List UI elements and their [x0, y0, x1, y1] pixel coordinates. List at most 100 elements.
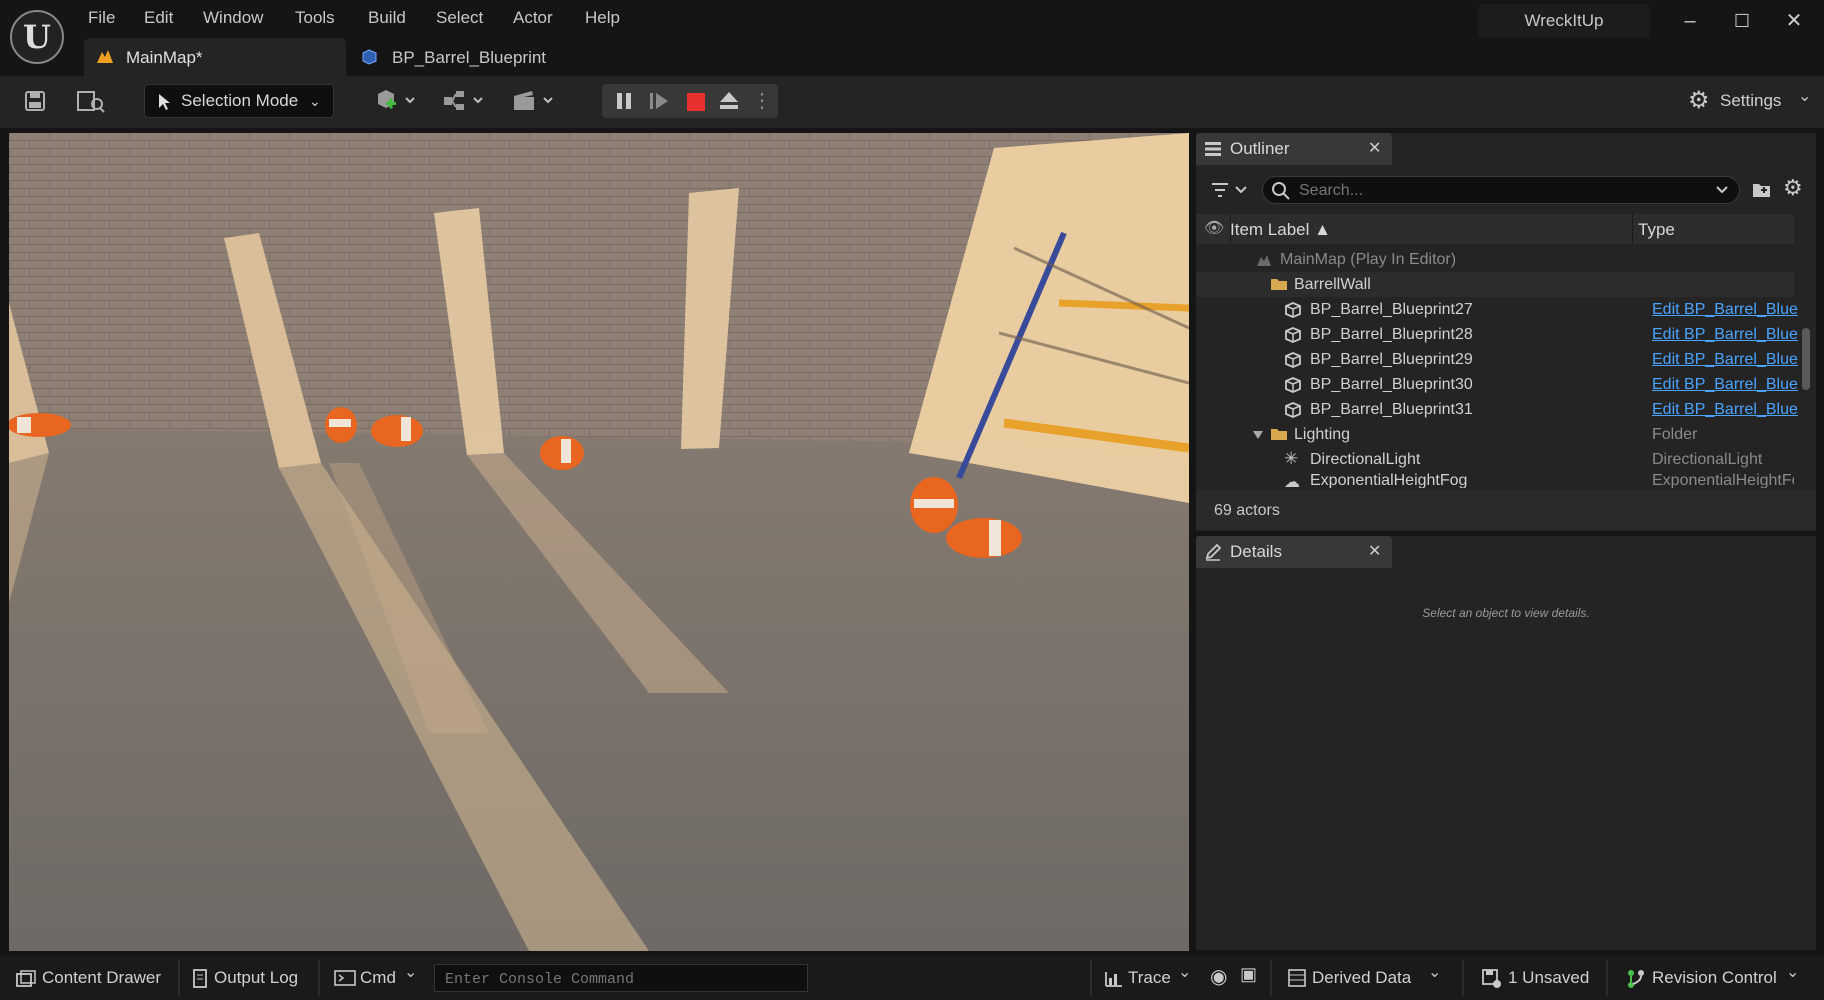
cinematics-icon[interactable]: [512, 88, 560, 114]
visibility-eye-icon[interactable]: 👁: [1204, 218, 1224, 238]
tab-blueprint[interactable]: BP_Barrel_Blueprint: [356, 38, 616, 76]
trace-label: Trace: [1128, 968, 1171, 987]
content-drawer-label: Content Drawer: [42, 968, 162, 987]
menu-actor[interactable]: Actor: [513, 8, 553, 28]
filter-icon[interactable]: [1210, 180, 1250, 200]
output-log-button[interactable]: Output Log: [190, 964, 310, 992]
tab-outliner[interactable]: Outliner ✕: [1196, 133, 1392, 165]
chevron-down-icon: ⌄: [1428, 964, 1442, 981]
edit-blueprint-link[interactable]: Edit BP_Barrel_Blue: [1652, 326, 1798, 344]
row-type: ExponentialHeightFog: [1652, 472, 1794, 488]
trace-dropdown[interactable]: Trace ⌄: [1104, 964, 1192, 992]
search-icon: [1272, 182, 1290, 200]
selection-mode-label: Selection Mode: [181, 91, 299, 110]
outliner-search[interactable]: [1262, 176, 1740, 204]
actor-cube-icon: [1285, 352, 1301, 368]
cursor-icon: [159, 94, 170, 110]
edit-blueprint-link[interactable]: Edit BP_Barrel_Blue: [1652, 401, 1798, 419]
table-row[interactable]: BP_Barrel_Blueprint31 Edit BP_Barrel_Blu…: [1196, 397, 1798, 422]
minimize-button[interactable]: –: [1670, 6, 1710, 36]
step-forward-icon[interactable]: [648, 91, 670, 111]
edit-blueprint-link[interactable]: Edit BP_Barrel_Blue: [1652, 301, 1798, 319]
maximize-button[interactable]: ☐: [1722, 6, 1762, 36]
unsaved-label: 1 Unsaved: [1508, 968, 1590, 987]
blueprint-icon: [362, 49, 377, 65]
row-type: Folder: [1652, 426, 1698, 443]
divider: [1462, 960, 1464, 996]
console-input[interactable]: [443, 967, 787, 991]
unsaved-button[interactable]: 1 Unsaved: [1482, 964, 1592, 992]
chevron-down-icon: ⌄: [309, 93, 321, 109]
cmd-dropdown[interactable]: Cmd ⌄: [332, 964, 422, 992]
table-row[interactable]: BP_Barrel_Blueprint30 Edit BP_Barrel_Blu…: [1196, 372, 1798, 397]
revision-control-dropdown[interactable]: Revision Control ⌄: [1626, 964, 1806, 992]
list-item[interactable]: BarrellWall: [1196, 272, 1794, 297]
edit-blueprint-link[interactable]: Edit BP_Barrel_Blue: [1652, 376, 1798, 394]
menu-window[interactable]: Window: [203, 8, 263, 28]
tab-mainmap-label: MainMap*: [126, 48, 203, 67]
menu-build[interactable]: Build: [368, 8, 406, 28]
settings-button[interactable]: ⚙ Settings ⌄: [1688, 87, 1814, 116]
actor-cube-icon: [1285, 402, 1301, 418]
details-title: Details: [1230, 542, 1282, 561]
table-row[interactable]: BP_Barrel_Blueprint28 Edit BP_Barrel_Blu…: [1196, 322, 1798, 347]
tab-details[interactable]: Details ✕: [1196, 536, 1392, 568]
chevron-down-icon[interactable]: [1715, 184, 1729, 196]
level-icon: [97, 50, 113, 63]
menu-select[interactable]: Select: [436, 8, 483, 28]
console-command-field[interactable]: [434, 964, 808, 992]
row-label: ExponentialHeightFog: [1310, 472, 1468, 488]
save-warning-icon: [1482, 969, 1501, 988]
column-type[interactable]: Type: [1638, 220, 1675, 240]
folder-icon: [1271, 429, 1287, 440]
unreal-logo-icon[interactable]: U: [10, 10, 64, 64]
menu-file[interactable]: File: [88, 8, 115, 28]
divider: [1632, 214, 1633, 244]
outliner-scrollbar[interactable]: [1802, 328, 1810, 390]
gear-icon[interactable]: ⚙: [1783, 175, 1803, 201]
row-label: BP_Barrel_Blueprint31: [1310, 401, 1473, 418]
list-item[interactable]: MainMap (Play In Editor): [1196, 247, 1794, 272]
stop-icon[interactable]: [686, 92, 706, 112]
level-viewport[interactable]: [9, 133, 1189, 951]
content-drawer-button[interactable]: Content Drawer: [14, 964, 174, 992]
blueprints-icon[interactable]: [442, 88, 490, 114]
pause-icon[interactable]: [614, 91, 634, 111]
eject-icon[interactable]: [718, 90, 740, 112]
save-icon[interactable]: [24, 90, 46, 112]
row-label: BarrellWall: [1294, 276, 1371, 293]
row-label: BP_Barrel_Blueprint28: [1310, 326, 1473, 343]
more-options-icon[interactable]: ⋮: [752, 88, 772, 113]
table-row[interactable]: ✳ DirectionalLight DirectionalLight: [1196, 447, 1794, 472]
table-row[interactable]: ☁ ExponentialHeightFog ExponentialHeight…: [1196, 472, 1794, 488]
close-window-button[interactable]: ✕: [1774, 6, 1814, 36]
actor-cube-icon: [1285, 302, 1301, 318]
gear-icon: ⚙: [1688, 87, 1710, 114]
actor-cube-icon: [1285, 327, 1301, 343]
derived-data-dropdown[interactable]: Derived Data ⌄: [1288, 964, 1448, 992]
record-icon[interactable]: ◉: [1210, 964, 1227, 989]
screenshot-icon[interactable]: ▣: [1240, 964, 1257, 985]
trace-icon: [1105, 972, 1122, 987]
terminal-icon: [334, 970, 356, 986]
revision-control-icon: [1628, 970, 1644, 988]
actor-cube-icon: [1285, 377, 1301, 393]
close-icon[interactable]: ✕: [1368, 133, 1381, 165]
menu-tools[interactable]: Tools: [295, 8, 335, 28]
tab-mainmap[interactable]: MainMap*: [84, 38, 346, 76]
edit-blueprint-link[interactable]: Edit BP_Barrel_Blue: [1652, 351, 1798, 369]
table-row[interactable]: BP_Barrel_Blueprint29 Edit BP_Barrel_Blu…: [1196, 347, 1798, 372]
selection-mode-dropdown[interactable]: Selection Mode ⌄: [144, 84, 334, 118]
browse-icon[interactable]: [76, 88, 106, 114]
table-row[interactable]: BP_Barrel_Blueprint27 Edit BP_Barrel_Blu…: [1196, 297, 1798, 322]
menu-edit[interactable]: Edit: [144, 8, 173, 28]
close-icon[interactable]: ✕: [1368, 536, 1381, 568]
list-item[interactable]: Lighting Folder: [1196, 422, 1794, 447]
menu-help[interactable]: Help: [585, 8, 620, 28]
collapse-arrow-icon[interactable]: [1252, 430, 1264, 440]
cmd-label: Cmd: [360, 968, 396, 987]
add-actor-icon[interactable]: [374, 88, 422, 114]
search-input[interactable]: [1297, 180, 1701, 202]
column-item-label[interactable]: Item Label ▲: [1230, 220, 1331, 240]
add-folder-icon[interactable]: [1752, 180, 1772, 200]
